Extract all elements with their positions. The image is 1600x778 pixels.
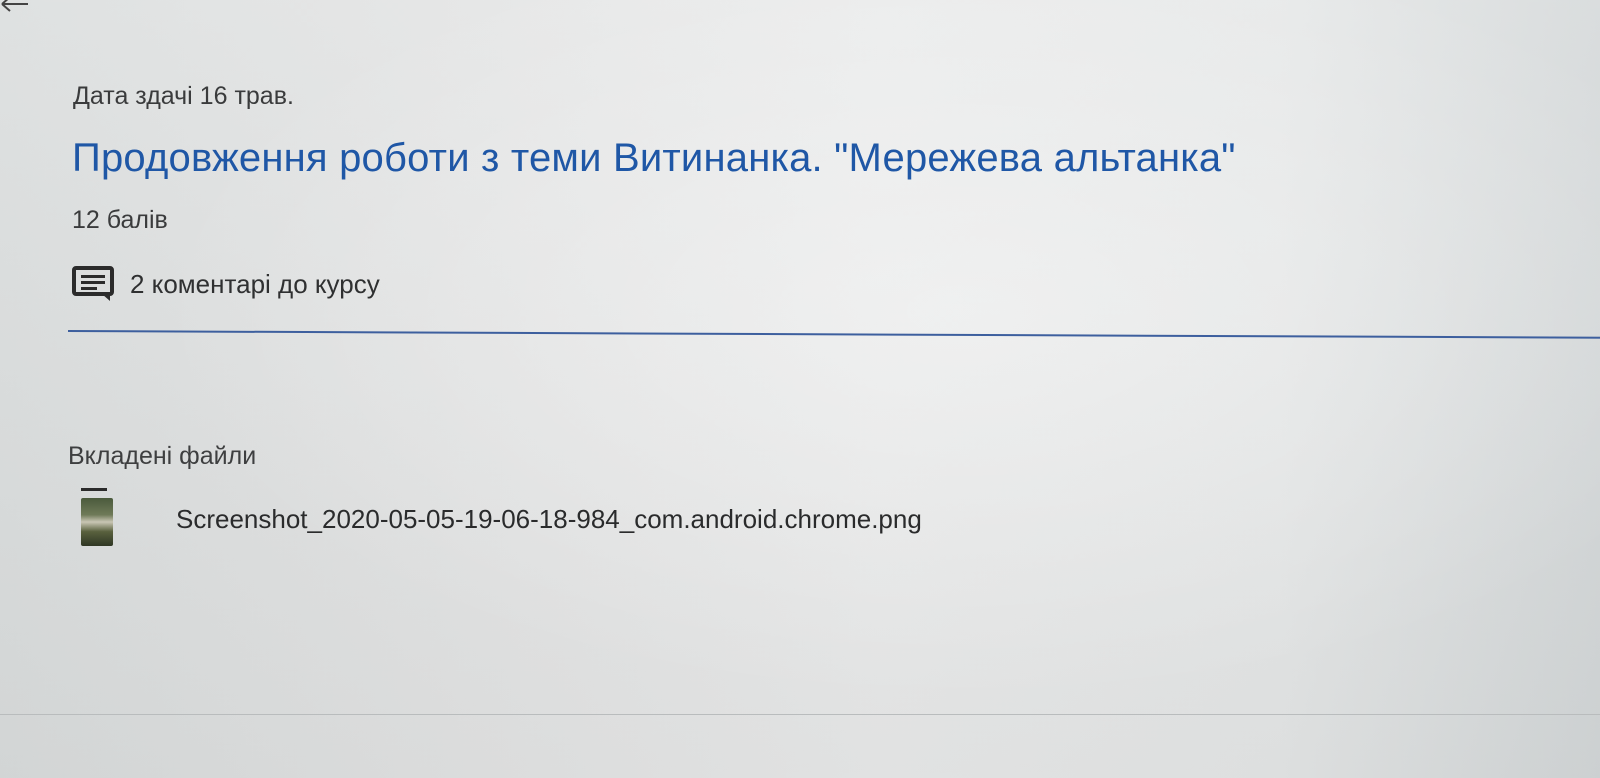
attachments-heading: Вкладені файли: [68, 442, 257, 470]
comment-icon: [72, 266, 114, 301]
class-comments-link[interactable]: 2 коментарі до курсу: [72, 266, 380, 302]
assignment-title: Продовження роботи з теми Витинанка. "Ме…: [72, 136, 1236, 180]
bottom-divider: [0, 714, 1600, 715]
image-thumbnail-icon: [80, 488, 114, 550]
comments-count-label: 2 коментарі до курсу: [130, 268, 380, 299]
due-date: Дата здачі 16 трав.: [73, 82, 294, 110]
attachment-item[interactable]: Screenshot_2020-05-05-19-06-18-984_com.a…: [80, 488, 922, 550]
screen-background: [0, 0, 1600, 778]
attachment-filename: Screenshot_2020-05-05-19-06-18-984_com.a…: [176, 503, 922, 534]
assignment-points: 12 балів: [72, 206, 168, 234]
arrow-left-icon[interactable]: [0, 0, 30, 20]
section-divider: [67, 330, 1600, 339]
